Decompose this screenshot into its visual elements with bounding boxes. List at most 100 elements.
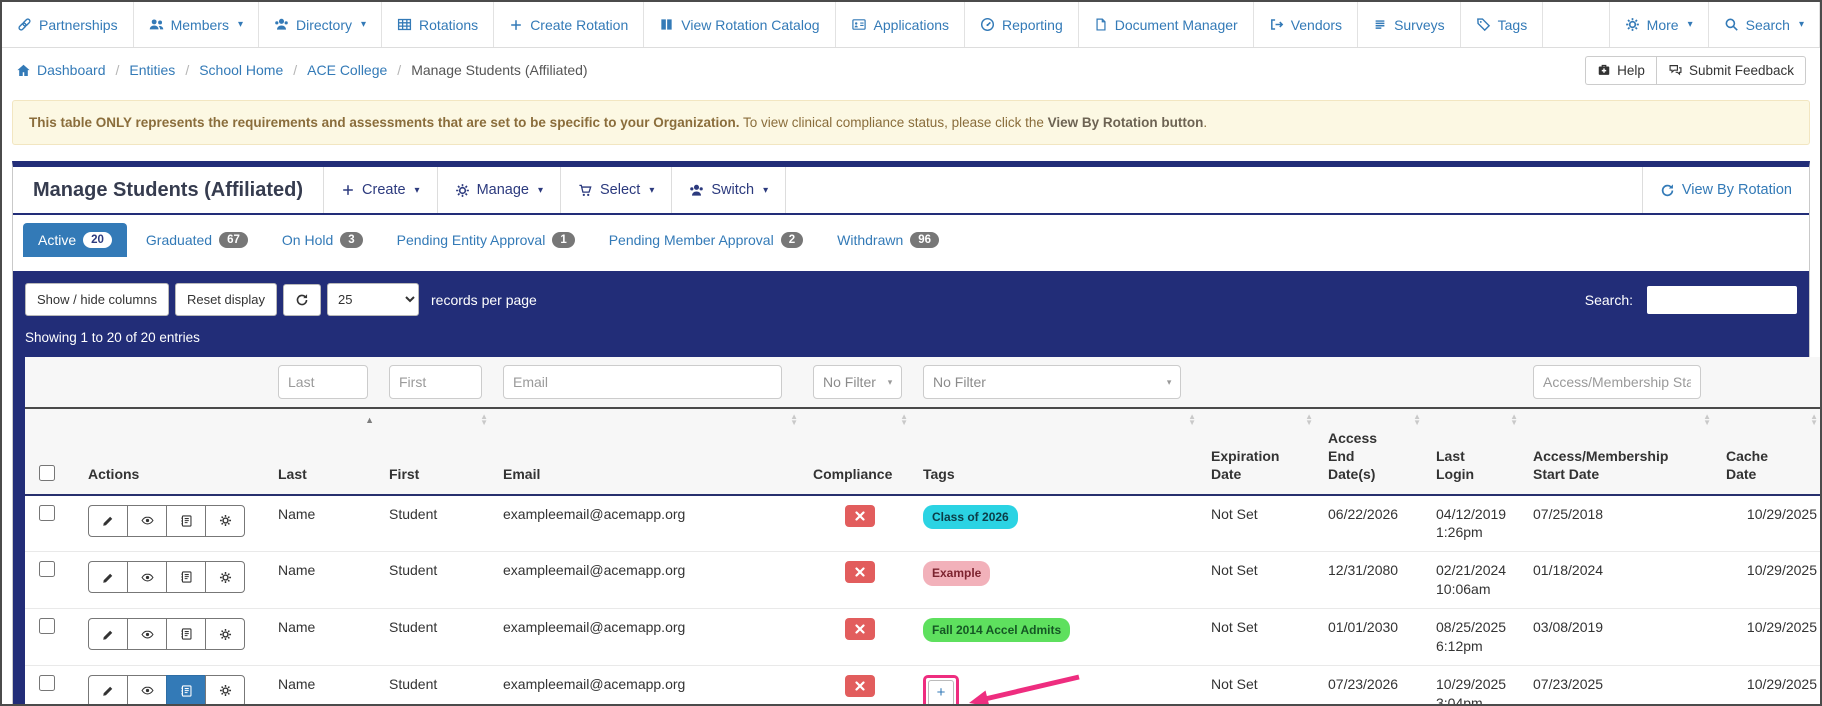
non-compliant-badge[interactable] bbox=[845, 674, 875, 697]
table-row: Name Student exampleemail@acemapp.org Fa… bbox=[25, 608, 1820, 666]
tag-pill[interactable]: Class of 2026 bbox=[923, 504, 1018, 529]
edit-button[interactable] bbox=[88, 561, 128, 594]
settings-button[interactable] bbox=[205, 674, 245, 704]
settings-button[interactable] bbox=[205, 504, 245, 537]
sort-icon[interactable]: ▲ ▼ bbox=[1413, 413, 1421, 427]
search-icon bbox=[1724, 17, 1739, 32]
nav-label: Members bbox=[170, 16, 229, 33]
students-table: No Filter ▾ No Filter ▾ Actions ▲ Last ▲▼ Fi… bbox=[25, 357, 1820, 704]
view-button[interactable] bbox=[127, 504, 167, 537]
sort-icon[interactable]: ▲ ▼ bbox=[1510, 413, 1518, 427]
view-button[interactable] bbox=[127, 561, 167, 594]
records-button[interactable] bbox=[166, 674, 206, 704]
edit-button[interactable] bbox=[88, 674, 128, 704]
sort-icon[interactable]: ▲ ▼ bbox=[900, 413, 908, 427]
nav-label: Partnerships bbox=[39, 16, 118, 33]
create-dropdown-button[interactable]: Create ▾ bbox=[323, 167, 437, 213]
manage-dropdown-button[interactable]: Manage ▾ bbox=[436, 167, 560, 213]
view-button[interactable] bbox=[127, 674, 167, 704]
settings-button[interactable] bbox=[205, 618, 245, 651]
tab-label: Active bbox=[38, 232, 77, 248]
non-compliant-badge[interactable] bbox=[845, 504, 875, 527]
breadcrumb-dashboard[interactable]: Dashboard bbox=[16, 62, 106, 78]
breadcrumb-school-home[interactable]: School Home bbox=[199, 62, 283, 78]
row-checkbox[interactable] bbox=[39, 561, 55, 578]
nav-view-rotation-catalog[interactable]: View Rotation Catalog bbox=[644, 2, 836, 47]
select-dropdown-button[interactable]: Select ▾ bbox=[560, 167, 671, 213]
submit-feedback-button[interactable]: Submit Feedback bbox=[1655, 55, 1806, 85]
sort-icon[interactable]: ▲ ▼ bbox=[790, 413, 798, 427]
nav-members[interactable]: Members ▾ bbox=[134, 2, 259, 47]
book-icon bbox=[659, 17, 674, 32]
tab-on-hold[interactable]: On Hold 3 bbox=[267, 223, 378, 257]
nav-rotations[interactable]: Rotations bbox=[382, 2, 495, 47]
login-time: 1:26pm bbox=[1436, 524, 1483, 541]
records-button[interactable] bbox=[166, 561, 206, 594]
users-icon bbox=[274, 17, 289, 32]
select-all-checkbox[interactable] bbox=[39, 464, 55, 481]
nav-applications[interactable]: Applications bbox=[836, 2, 966, 47]
nav-surveys[interactable]: Surveys bbox=[1358, 2, 1461, 47]
help-button[interactable]: Help bbox=[1585, 55, 1656, 85]
caret-down-icon: ▾ bbox=[361, 19, 367, 30]
nav-vendors[interactable]: Vendors bbox=[1254, 2, 1359, 47]
reset-display-button[interactable]: Reset display bbox=[174, 283, 277, 316]
filter-compliance-select[interactable]: No Filter ▾ bbox=[813, 365, 903, 399]
sort-ascending-icon[interactable]: ▲ bbox=[365, 415, 374, 425]
tag-pill[interactable]: Example bbox=[923, 561, 991, 586]
col-email: Email bbox=[503, 466, 541, 483]
sort-icon[interactable]: ▲ ▼ bbox=[1188, 413, 1196, 427]
non-compliant-badge[interactable] bbox=[845, 561, 875, 584]
tab-pending-entity-approval[interactable]: Pending Entity Approval 1 bbox=[382, 223, 590, 257]
nav-reporting[interactable]: Reporting bbox=[965, 2, 1079, 47]
page-size-select[interactable]: 25 bbox=[327, 283, 419, 316]
refresh-button[interactable] bbox=[283, 283, 321, 316]
filter-email-input[interactable] bbox=[503, 365, 783, 399]
sort-icon[interactable]: ▲ ▼ bbox=[480, 413, 488, 427]
row-checkbox[interactable] bbox=[39, 674, 55, 691]
records-per-page-label: records per page bbox=[431, 291, 537, 308]
records-button[interactable] bbox=[166, 504, 206, 537]
view-button[interactable] bbox=[127, 618, 167, 651]
filter-row: No Filter ▾ No Filter ▾ bbox=[25, 357, 1820, 409]
records-button[interactable] bbox=[166, 618, 206, 651]
nav-more[interactable]: More ▾ bbox=[1610, 2, 1709, 47]
nav-tags[interactable]: Tags bbox=[1461, 2, 1544, 47]
edit-button[interactable] bbox=[88, 504, 128, 537]
tab-label: On Hold bbox=[281, 232, 334, 248]
row-checkbox[interactable] bbox=[39, 504, 55, 521]
nav-create-rotation[interactable]: Create Rotation bbox=[494, 2, 645, 47]
settings-button[interactable] bbox=[205, 561, 245, 594]
table-search-input[interactable] bbox=[1647, 285, 1797, 314]
breadcrumb-entities[interactable]: Entities bbox=[129, 62, 175, 78]
add-tag-button[interactable]: + bbox=[928, 679, 954, 704]
tab-graduated[interactable]: Graduated 67 bbox=[131, 223, 263, 257]
tab-withdrawn[interactable]: Withdrawn 96 bbox=[822, 223, 954, 257]
sort-icon[interactable]: ▲ ▼ bbox=[1305, 413, 1313, 427]
filter-first-input[interactable] bbox=[389, 365, 483, 399]
nav-directory[interactable]: Directory ▾ bbox=[259, 2, 383, 47]
breadcrumb-ace-college[interactable]: ACE College bbox=[307, 62, 387, 78]
non-compliant-badge[interactable] bbox=[845, 618, 875, 641]
filter-access-membership-input[interactable] bbox=[1533, 365, 1702, 399]
tab-pending-member-approval[interactable]: Pending Member Approval 2 bbox=[594, 223, 818, 257]
nav-search[interactable]: Search ▾ bbox=[1709, 2, 1820, 47]
show-hide-columns-button[interactable]: Show / hide columns bbox=[25, 283, 169, 316]
sort-icon[interactable]: ▲ ▼ bbox=[1810, 413, 1818, 427]
nav-partnerships[interactable]: Partnerships bbox=[2, 2, 134, 47]
tab-active[interactable]: Active 20 bbox=[23, 223, 127, 257]
nav-label: More bbox=[1646, 16, 1679, 33]
view-by-rotation-button[interactable]: View By Rotation bbox=[1641, 167, 1809, 213]
filter-tags-select[interactable]: No Filter ▾ bbox=[923, 365, 1182, 399]
plus-icon bbox=[509, 18, 523, 32]
tag-pill[interactable]: Fall 2014 Accel Admits bbox=[923, 618, 1071, 643]
filter-last-input[interactable] bbox=[278, 365, 369, 399]
sort-icon[interactable]: ▲ ▼ bbox=[1703, 413, 1711, 427]
row-checkbox[interactable] bbox=[39, 618, 55, 635]
cell-access-end: 07/23/2026 bbox=[1320, 664, 1428, 704]
gear-icon bbox=[219, 684, 232, 697]
address-book-icon bbox=[180, 627, 193, 641]
nav-document-manager[interactable]: Document Manager bbox=[1079, 2, 1254, 47]
switch-dropdown-button[interactable]: Switch ▾ bbox=[671, 167, 787, 213]
edit-button[interactable] bbox=[88, 618, 128, 651]
